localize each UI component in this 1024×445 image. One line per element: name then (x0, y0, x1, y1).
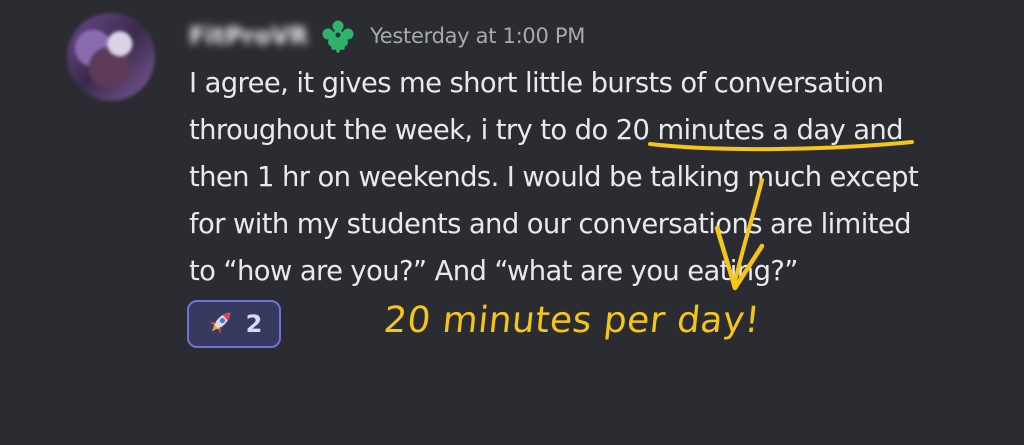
rocket-icon (206, 307, 236, 341)
message-content: I agree, it gives me short little bursts… (189, 60, 989, 295)
reaction-count: 2 (245, 310, 263, 338)
message-line: to “how are you?” And “what are you eati… (189, 256, 798, 287)
user-avatar[interactable] (67, 13, 155, 101)
message-line: then 1 hr on weekends. I would be talkin… (189, 162, 919, 193)
green-leaf-badge-icon[interactable] (320, 18, 356, 54)
message-line: throughout the week, i try to do 20 minu… (189, 115, 904, 146)
message-header: FitProVR Yesterday at 1:00 PM (189, 14, 585, 58)
author-name[interactable]: FitProVR (189, 22, 308, 50)
handwritten-annotation: 20 minutes per day! (381, 300, 762, 341)
message-timestamp[interactable]: Yesterday at 1:00 PM (370, 24, 585, 48)
message-line: I agree, it gives me short little bursts… (189, 68, 884, 99)
rocket-reaction-button[interactable]: 2 (187, 300, 281, 348)
message-line: for with my students and our conversatio… (189, 209, 911, 240)
